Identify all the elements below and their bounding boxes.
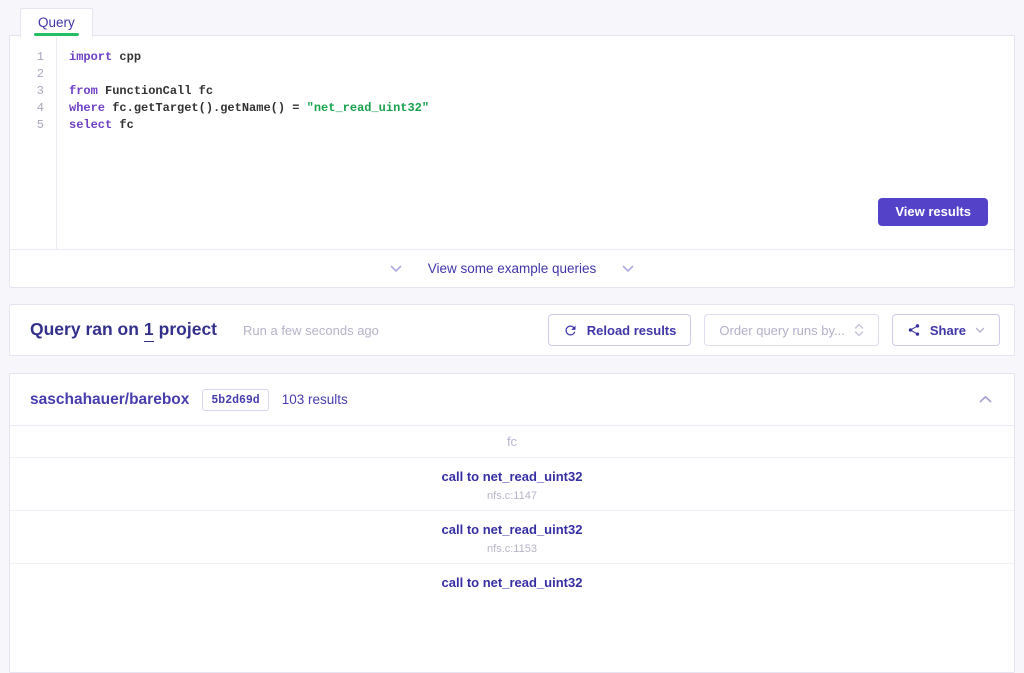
- code-token-keyword: import: [69, 50, 112, 64]
- results-count: 103 results: [282, 392, 348, 407]
- line-numbers: 12345: [10, 36, 57, 249]
- share-label: Share: [930, 323, 966, 338]
- line-number: 4: [10, 100, 44, 117]
- active-tab-underline: [34, 33, 79, 36]
- chevron-up-icon: [979, 395, 992, 404]
- result-row: call to net_read_uint32 nfs.c:1147: [10, 457, 1014, 510]
- result-link[interactable]: call to net_read_uint32: [442, 575, 583, 590]
- code-line[interactable]: from FunctionCall fc: [69, 83, 1014, 100]
- code-token-plain: fc: [112, 118, 134, 132]
- chevron-down-icon: [975, 327, 985, 334]
- results-header: saschahauer/barebox 5b2d69d 103 results: [10, 374, 1014, 425]
- query-editor-panel: Query 12345 import cpp from FunctionCall…: [9, 35, 1015, 288]
- column-header-fc: fc: [10, 425, 1014, 457]
- refresh-icon: [563, 323, 578, 338]
- project-link[interactable]: saschahauer/barebox: [30, 391, 189, 409]
- code-token-plain: cpp: [112, 50, 141, 64]
- result-location: nfs.c:1153: [487, 543, 537, 555]
- results-panel: saschahauer/barebox 5b2d69d 103 results …: [9, 373, 1015, 673]
- run-title-prefix: Query ran on: [30, 319, 139, 340]
- code-token-keyword: where: [69, 101, 105, 115]
- code-line[interactable]: [69, 66, 1014, 83]
- order-query-runs-select[interactable]: Order query runs by...: [704, 314, 878, 346]
- run-timestamp: Run a few seconds ago: [243, 323, 379, 338]
- commit-badge: 5b2d69d: [202, 389, 268, 411]
- results-rows: call to net_read_uint32nfs.c:1147call to…: [10, 457, 1014, 616]
- line-number: 2: [10, 66, 44, 83]
- result-link[interactable]: call to net_read_uint32: [442, 469, 583, 484]
- result-link[interactable]: call to net_read_uint32: [442, 522, 583, 537]
- code-token-string: "net_read_uint32": [307, 101, 429, 115]
- reload-results-button[interactable]: Reload results: [548, 314, 692, 346]
- share-icon: [907, 323, 921, 337]
- view-results-button[interactable]: View results: [878, 198, 988, 226]
- code-line[interactable]: select fc: [69, 117, 1014, 134]
- collapse-results-button[interactable]: [979, 395, 992, 404]
- share-button[interactable]: Share: [892, 314, 1000, 346]
- code-line[interactable]: where fc.getTarget().getName() = "net_re…: [69, 100, 1014, 117]
- example-queries-label[interactable]: View some example queries: [428, 261, 597, 276]
- reload-results-label: Reload results: [587, 323, 677, 338]
- code-token-keyword: from: [69, 84, 98, 98]
- sort-arrows-icon: [854, 323, 864, 337]
- result-location: nfs.c:1147: [487, 490, 537, 502]
- run-actions: Reload results Order query runs by... Sh…: [548, 314, 1000, 346]
- line-number: 1: [10, 49, 44, 66]
- order-query-runs-placeholder: Order query runs by...: [719, 323, 844, 338]
- chevron-down-icon: [390, 265, 402, 273]
- code-editor[interactable]: 12345 import cpp from FunctionCall fcwhe…: [10, 36, 1014, 249]
- code-token-plain: FunctionCall fc: [98, 84, 213, 98]
- example-queries-toggle[interactable]: View some example queries: [10, 249, 1014, 287]
- code-lines[interactable]: import cpp from FunctionCall fcwhere fc.…: [57, 36, 1014, 249]
- run-title: Query ran on 1 project: [30, 319, 217, 342]
- code-token-plain: fc.getTarget().getName() =: [105, 101, 307, 115]
- project-count[interactable]: 1: [144, 319, 154, 342]
- run-title-suffix: project: [159, 319, 217, 340]
- result-row: call to net_read_uint32 nfs.c:1153: [10, 510, 1014, 563]
- line-number: 3: [10, 83, 44, 100]
- tab-query-label: Query: [38, 15, 75, 30]
- run-summary-bar: Query ran on 1 project Run a few seconds…: [9, 304, 1015, 356]
- column-header-label: fc: [507, 434, 517, 449]
- line-number: 5: [10, 117, 44, 134]
- tab-query[interactable]: Query: [20, 8, 93, 37]
- code-token-keyword: select: [69, 118, 112, 132]
- chevron-down-icon: [622, 265, 634, 273]
- code-line[interactable]: import cpp: [69, 49, 1014, 66]
